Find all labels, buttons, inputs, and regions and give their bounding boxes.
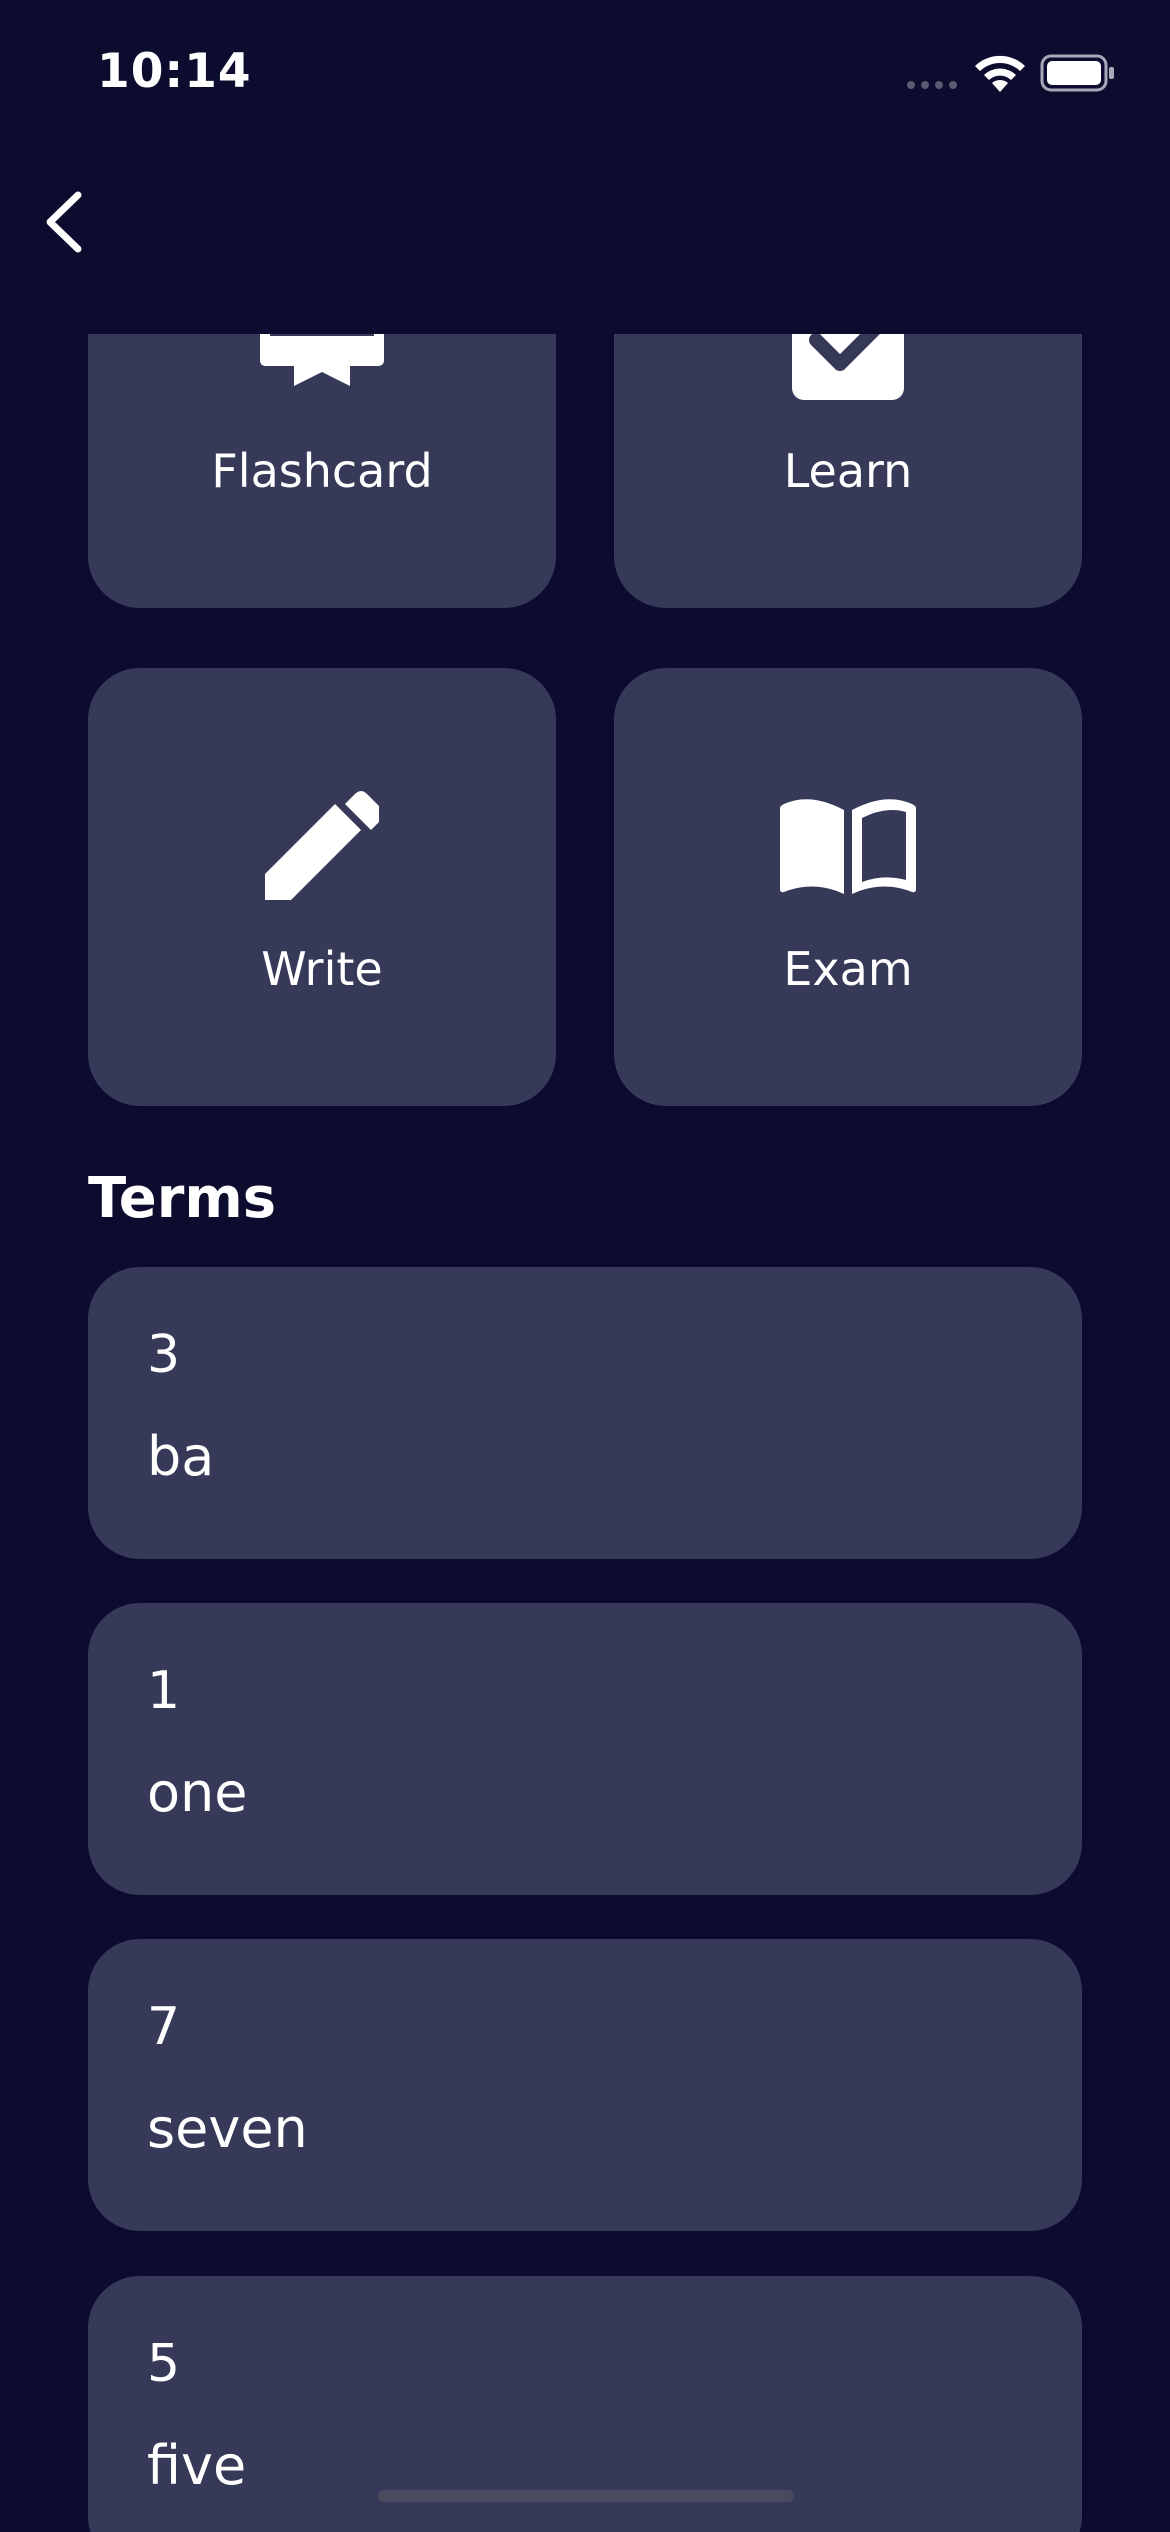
write-mode-button[interactable]: Write <box>88 668 556 1106</box>
term-card[interactable]: 1 one <box>88 1603 1082 1895</box>
term-text: 3 <box>147 1325 181 1385</box>
checkbox-icon <box>792 334 904 400</box>
definition-text: five <box>147 2434 247 2497</box>
exam-mode-button[interactable]: Exam <box>614 668 1082 1106</box>
wifi-icon <box>975 55 1025 92</box>
exam-label: Exam <box>783 942 913 996</box>
definition-text: one <box>147 1761 248 1824</box>
status-bar: 10:14 <box>0 0 1170 150</box>
pencil-icon <box>265 791 379 900</box>
term-card[interactable]: 3 ba <box>88 1267 1082 1559</box>
chevron-left-icon <box>46 191 82 253</box>
term-text: 5 <box>147 2334 181 2394</box>
flashcard-label: Flashcard <box>211 444 433 498</box>
term-text: 7 <box>147 1997 181 2057</box>
term-text: 1 <box>147 1661 181 1721</box>
learn-label: Learn <box>783 444 913 498</box>
card-icon <box>260 334 384 386</box>
terms-section-title: Terms <box>88 1166 277 1231</box>
battery-icon <box>1040 54 1114 92</box>
back-button[interactable] <box>36 185 96 259</box>
open-book-icon <box>780 799 916 894</box>
status-time: 10:14 <box>97 44 252 99</box>
write-label: Write <box>261 942 383 996</box>
home-indicator[interactable] <box>378 2490 794 2502</box>
term-card[interactable]: 7 seven <box>88 1939 1082 2231</box>
definition-text: ba <box>147 1425 215 1488</box>
cellular-signal-icon <box>907 81 957 89</box>
study-set-content[interactable]: Flashcard Learn Write Exam Terms 3 ba 1 <box>0 334 1170 2532</box>
definition-text: seven <box>147 2097 308 2160</box>
learn-mode-button[interactable]: Learn <box>614 334 1082 608</box>
flashcard-mode-button[interactable]: Flashcard <box>88 334 556 608</box>
